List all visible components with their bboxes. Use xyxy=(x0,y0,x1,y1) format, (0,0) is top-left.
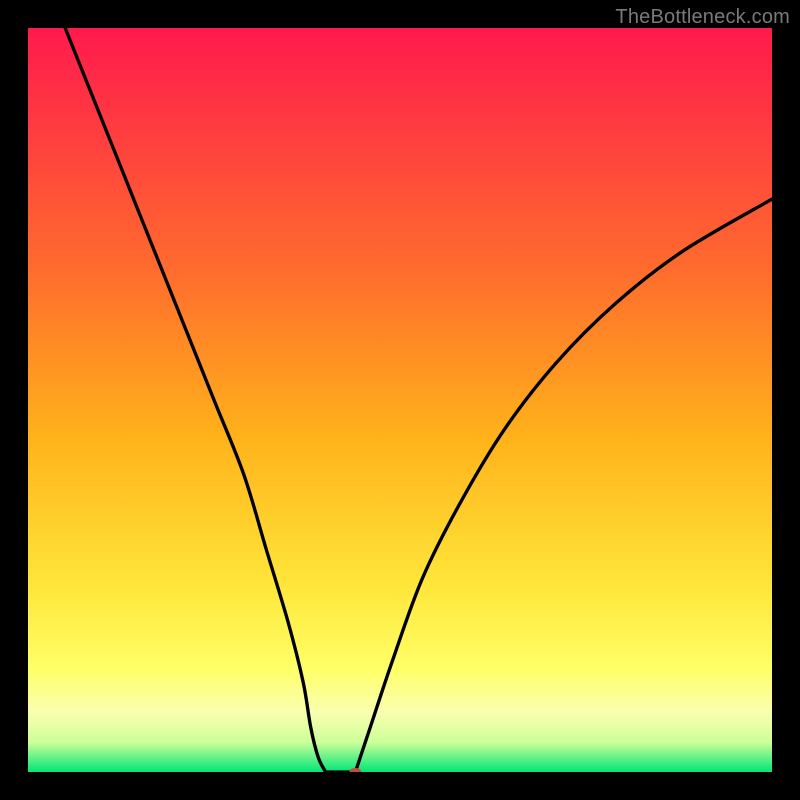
watermark-text: TheBottleneck.com xyxy=(615,6,790,29)
plot-area xyxy=(28,28,772,772)
chart-svg xyxy=(28,28,772,772)
chart-frame: TheBottleneck.com xyxy=(0,0,800,800)
gradient-background xyxy=(28,28,772,772)
